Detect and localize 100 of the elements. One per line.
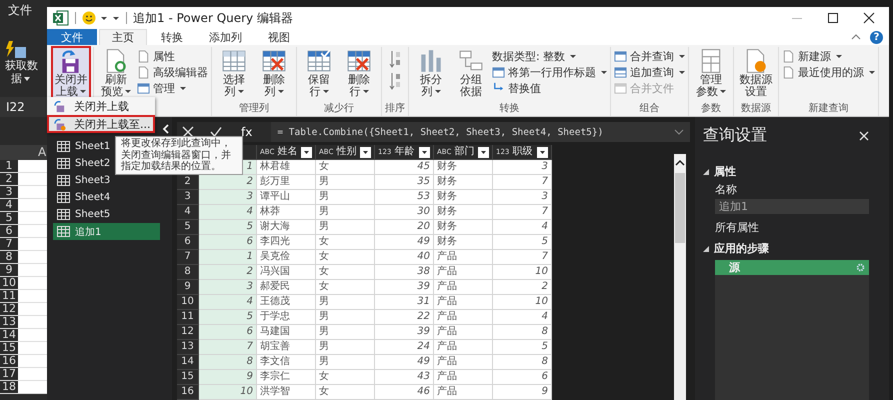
table-cell: 49: [375, 355, 434, 370]
table-cell: 财务: [434, 205, 493, 220]
table-cell: 4: [199, 295, 257, 310]
table-cell: 4: [199, 205, 257, 220]
table-cell: 7: [199, 340, 257, 355]
row-number: 15: [0, 342, 18, 354]
table-cell: 产品: [434, 325, 493, 340]
window-title: 追加1 - Power Query 编辑器: [133, 10, 293, 26]
table-cell: 2: [199, 175, 257, 190]
row-number: 15: [177, 370, 199, 385]
table-cell: 1: [199, 250, 257, 265]
table-cell: 林君雄: [257, 160, 316, 175]
column-header: A: [37, 145, 46, 160]
group-label: 转换: [498, 102, 520, 116]
table-cell: 9: [199, 370, 257, 385]
table-cell: 39: [375, 325, 434, 340]
table-cell: 8: [493, 355, 552, 370]
row-number: 18: [0, 381, 18, 393]
table-cell: 王德茂: [257, 295, 316, 310]
table-cell: 男: [316, 220, 375, 235]
row-number: 10: [177, 295, 199, 310]
row-number: 9: [177, 280, 199, 295]
table-cell: 男: [316, 295, 375, 310]
table-cell: 女: [316, 250, 375, 265]
table-cell: 22: [375, 310, 434, 325]
section-heading: 属性: [714, 164, 736, 179]
table-cell: 彭万里: [257, 175, 316, 190]
table-cell: 胡宝善: [257, 340, 316, 355]
table-cell: 郝爱民: [257, 280, 316, 295]
table-cell: 46: [375, 385, 434, 400]
table-cell: 5: [493, 235, 552, 250]
table-cell: 43: [375, 370, 434, 385]
table-cell: 产品: [434, 280, 493, 295]
table-cell: 30: [375, 205, 434, 220]
row-number: 5: [177, 220, 199, 235]
row-number: 8: [177, 265, 199, 280]
table-cell: 4: [493, 220, 552, 235]
table-cell: 2: [199, 265, 257, 280]
row-number: 4: [177, 205, 199, 220]
table-cell: 6: [199, 325, 257, 340]
group-label: 排序: [385, 102, 405, 116]
section-heading: 应用的步骤: [714, 241, 769, 256]
table-cell: 产品: [434, 295, 493, 310]
table-cell: 6: [493, 370, 552, 385]
table-cell: 35: [375, 175, 434, 190]
table-cell: 男: [316, 190, 375, 205]
group-label: 新建查询: [808, 102, 850, 116]
table-cell: 产品: [434, 355, 493, 370]
table-cell: 31: [375, 295, 434, 310]
table-cell: 产品: [434, 370, 493, 385]
table-cell: 4: [493, 310, 552, 325]
table-cell: 38: [375, 265, 434, 280]
table-cell: 3: [493, 160, 552, 175]
table-cell: 49: [375, 235, 434, 250]
table-cell: 男: [316, 205, 375, 220]
table-cell: 10: [493, 295, 552, 310]
table-cell: 男: [316, 325, 375, 340]
table-cell: 于学忠: [257, 310, 316, 325]
table-cell: 5: [493, 340, 552, 355]
table-cell: 8: [199, 355, 257, 370]
table-cell: 男: [316, 355, 375, 370]
table-cell: 李宗仁: [257, 370, 316, 385]
table-cell: 8: [493, 325, 552, 340]
table-cell: 财务: [434, 190, 493, 205]
row-number: 10: [0, 277, 18, 289]
row-number: 16: [0, 355, 18, 367]
table-cell: 洪学智: [257, 385, 316, 400]
table-cell: 5: [199, 310, 257, 325]
group-label: 组合: [638, 102, 660, 116]
row-number: 16: [177, 385, 199, 400]
table-cell: 7: [493, 205, 552, 220]
table-cell: 2: [493, 280, 552, 295]
group-label: 数据源: [740, 102, 772, 116]
table-cell: 男: [316, 310, 375, 325]
table-cell: 39: [375, 280, 434, 295]
table-cell: 40: [375, 250, 434, 265]
row-number: 12: [177, 325, 199, 340]
table-cell: 女: [316, 385, 375, 400]
table-cell: 3: [199, 280, 257, 295]
row-number: 17: [0, 368, 18, 380]
row-number: 6: [177, 235, 199, 250]
table-cell: 3: [199, 190, 257, 205]
table-cell: 7: [493, 250, 552, 265]
table-cell: 李文信: [257, 355, 316, 370]
tooltip: 将更改保存到此查询中，关闭查询编辑器窗口，并指定加载结果的位置。: [115, 136, 243, 174]
table-cell: 女: [316, 370, 375, 385]
table-cell: 谢大海: [257, 220, 316, 235]
table-cell: 产品: [434, 340, 493, 355]
table-cell: 产品: [434, 310, 493, 325]
table-cell: 财务: [434, 235, 493, 250]
group-label: 减少行: [323, 102, 355, 116]
table-cell: 20: [375, 220, 434, 235]
table-cell: 45: [375, 160, 434, 175]
row-number: 11: [0, 290, 18, 302]
row-number: 12: [0, 303, 18, 315]
table-cell: 林莽: [257, 205, 316, 220]
table-cell: 谭平山: [257, 190, 316, 205]
table-cell: 吴克俭: [257, 250, 316, 265]
table-cell: 6: [199, 235, 257, 250]
row-number: 14: [0, 329, 18, 341]
